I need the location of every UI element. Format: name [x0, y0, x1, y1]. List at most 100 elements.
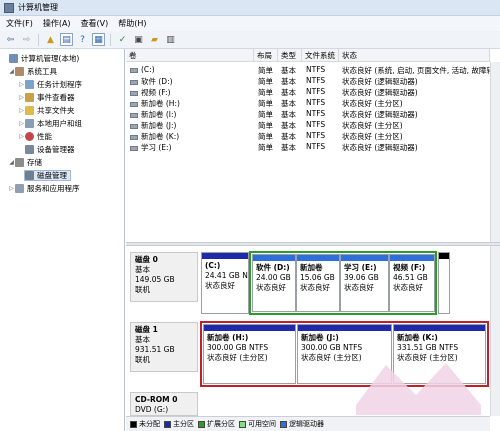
table-row-volume[interactable]: 新加卷 (J:) — [130, 120, 252, 130]
disk-0-label[interactable]: 磁盘 0 基本 149.05 GB 联机 — [130, 252, 198, 302]
partition-name: 学习 (E:) — [344, 263, 377, 272]
partition-f[interactable]: 视频 (F:) 46.51 GB 状态良好 — [389, 254, 435, 312]
volume-layout: 简单 — [258, 88, 273, 97]
column-header-volume[interactable]: 卷 — [126, 49, 254, 62]
tree-item-computer-management[interactable]: 计算机管理(本地) — [2, 53, 79, 64]
partition-size: 46.51 GB — [393, 273, 428, 282]
up-folder-icon[interactable]: ▲ — [44, 33, 57, 46]
expand-arrow-icon[interactable]: ▷ — [8, 185, 15, 192]
table-row-volume[interactable]: 视频 (F:) — [130, 87, 252, 97]
disk-view-scrollbar[interactable] — [490, 246, 500, 416]
partition-d[interactable]: 软件 (D:) 24.00 GB 状态良好 — [252, 254, 296, 312]
table-row-volume[interactable]: 学习 (E:) — [130, 142, 252, 152]
partition-h[interactable]: 新加卷 (H:) 300.00 GB NTFS 状态良好 (主分区) — [203, 324, 296, 384]
menu-view[interactable]: 查看(V) — [81, 18, 109, 29]
legend-swatch — [280, 420, 287, 428]
disk-kind: DVD (G:) — [135, 405, 169, 414]
column-header-layout[interactable]: 布局 — [254, 49, 278, 62]
legend-bar: 未分配 主分区 扩展分区 可用空间 逻辑驱动器 — [126, 416, 490, 431]
legend-item: 未分配 — [130, 419, 160, 429]
tree-item-device-manager[interactable]: 设备管理器 — [18, 144, 75, 155]
volume-status: 状态良好 (逻辑驱动器) — [342, 88, 418, 97]
partition-name: 新加卷 (H:) — [207, 333, 249, 342]
expand-arrow-icon[interactable]: ▷ — [18, 133, 25, 140]
partition-unallocated[interactable] — [438, 252, 450, 314]
table-row-volume[interactable]: 新加卷 (H:) — [130, 98, 252, 108]
logical-drive-bar — [341, 255, 388, 261]
table-row-volume[interactable]: 新加卷 (K:) — [130, 131, 252, 141]
partition-new-volume[interactable]: 新加卷 15.06 GB 状态良好 — [296, 254, 340, 312]
primary-partition-bar — [298, 325, 391, 331]
volume-fs: NTFS — [306, 109, 326, 118]
expand-arrow-icon[interactable]: ▷ — [18, 120, 25, 127]
tree-item-local-users[interactable]: ▷ 本地用户和组 — [18, 118, 82, 129]
expand-arrow-icon[interactable]: ▷ — [18, 107, 25, 114]
collapse-arrow-icon[interactable]: ◢ — [8, 159, 15, 166]
tree-item-event-viewer[interactable]: ▷ 事件查看器 — [18, 92, 75, 103]
menu-file[interactable]: 文件(F) — [6, 18, 33, 29]
tree-item-services-apps[interactable]: ▷ 服务和应用程序 — [8, 183, 80, 194]
legend-item: 扩展分区 — [198, 419, 235, 429]
disk-size: 931.51 GB — [135, 345, 175, 354]
volume-name: 学习 (E:) — [141, 143, 172, 152]
tree-item-storage[interactable]: ◢ 存储 — [8, 157, 42, 168]
tree-item-shared-folders[interactable]: ▷ 共享文件夹 — [18, 105, 75, 116]
delete-icon[interactable]: ▣ — [132, 33, 145, 46]
tree-item-label: 任务计划程序 — [37, 80, 82, 89]
open-icon[interactable]: ▰ — [148, 33, 161, 46]
check-icon[interactable]: ✓ — [116, 33, 129, 46]
tree-item-label: 服务和应用程序 — [27, 184, 80, 193]
volume-type: 基本 — [281, 88, 296, 97]
volume-name: 新加卷 (J:) — [141, 121, 177, 130]
legend-swatch — [164, 420, 171, 428]
back-arrow-icon[interactable]: ⇦ — [4, 33, 17, 46]
volume-status: 状态良好 (逻辑驱动器) — [342, 77, 418, 86]
forward-arrow-icon[interactable]: ⇨ — [20, 33, 33, 46]
column-header-filesystem[interactable]: 文件系统 — [302, 49, 339, 62]
disk-kind: 基本 — [135, 335, 150, 344]
tree-item-disk-management[interactable]: 磁盘管理 — [24, 170, 71, 181]
details-icon[interactable]: ▥ — [164, 33, 177, 46]
partition-name: 新加卷 — [300, 263, 323, 272]
volume-name: 软件 (D:) — [141, 77, 173, 86]
column-header-status[interactable]: 状态 — [339, 49, 490, 62]
tree-item-label: 计算机管理(本地) — [21, 54, 80, 63]
toolbar: ⇦ ⇨ ▲ ▤ ? ▦ ✓ ▣ ▰ ▥ — [0, 31, 500, 49]
volume-status: 状态良好 (逻辑驱动器) — [342, 110, 418, 119]
tree-item-label: 设备管理器 — [37, 145, 75, 154]
volume-type: 基本 — [281, 66, 296, 75]
properties-icon[interactable]: ▦ — [92, 33, 105, 46]
table-row-volume[interactable]: (C:) — [130, 65, 252, 75]
cdrom-label[interactable]: CD-ROM 0 DVD (G:) — [130, 392, 198, 416]
folder-icon — [25, 106, 34, 115]
column-header-type[interactable]: 类型 — [278, 49, 302, 62]
table-row-volume[interactable]: 软件 (D:) — [130, 76, 252, 86]
partition-e[interactable]: 学习 (E:) 39.06 GB 状态良好 — [340, 254, 389, 312]
partition-size: 24.00 GB — [256, 273, 291, 282]
menu-help[interactable]: 帮助(H) — [118, 18, 146, 29]
drive-icon — [130, 134, 138, 140]
volume-status: 状态良好 (系统, 启动, 页面文件, 活动, 故障转储 — [342, 66, 490, 75]
drive-icon — [130, 90, 138, 96]
table-row-volume[interactable]: 新加卷 (I:) — [130, 109, 252, 119]
expand-arrow-icon[interactable]: ▷ — [18, 94, 25, 101]
disk-kind: 基本 — [135, 265, 150, 274]
tree-item-task-scheduler[interactable]: ▷ 任务计划程序 — [18, 79, 82, 90]
collapse-arrow-icon[interactable]: ◢ — [8, 68, 15, 75]
help-icon[interactable]: ? — [76, 33, 89, 46]
menu-action[interactable]: 操作(A) — [43, 18, 71, 29]
volume-list-scrollbar[interactable] — [490, 62, 500, 242]
tree-item-system-tools[interactable]: ◢ 系统工具 — [8, 66, 57, 77]
tree-item-performance[interactable]: ▷ 性能 — [18, 131, 52, 142]
disk-1-label[interactable]: 磁盘 1 基本 931.51 GB 联机 — [130, 322, 198, 372]
partition-c[interactable]: (C:) 24.41 GB N 状态良好 — [201, 252, 249, 314]
column-header-label: 卷 — [129, 50, 137, 60]
tree-item-label: 磁盘管理 — [37, 171, 67, 180]
console-tree-icon[interactable]: ▤ — [60, 33, 73, 46]
disk-name: 磁盘 1 — [135, 325, 158, 334]
partition-status: 状态良好 — [256, 283, 286, 292]
disk-size: 149.05 GB — [135, 275, 175, 284]
expand-arrow-icon[interactable]: ▷ — [18, 81, 25, 88]
partition-name: 新加卷 (K:) — [397, 333, 438, 342]
disk-name: 磁盘 0 — [135, 255, 158, 264]
